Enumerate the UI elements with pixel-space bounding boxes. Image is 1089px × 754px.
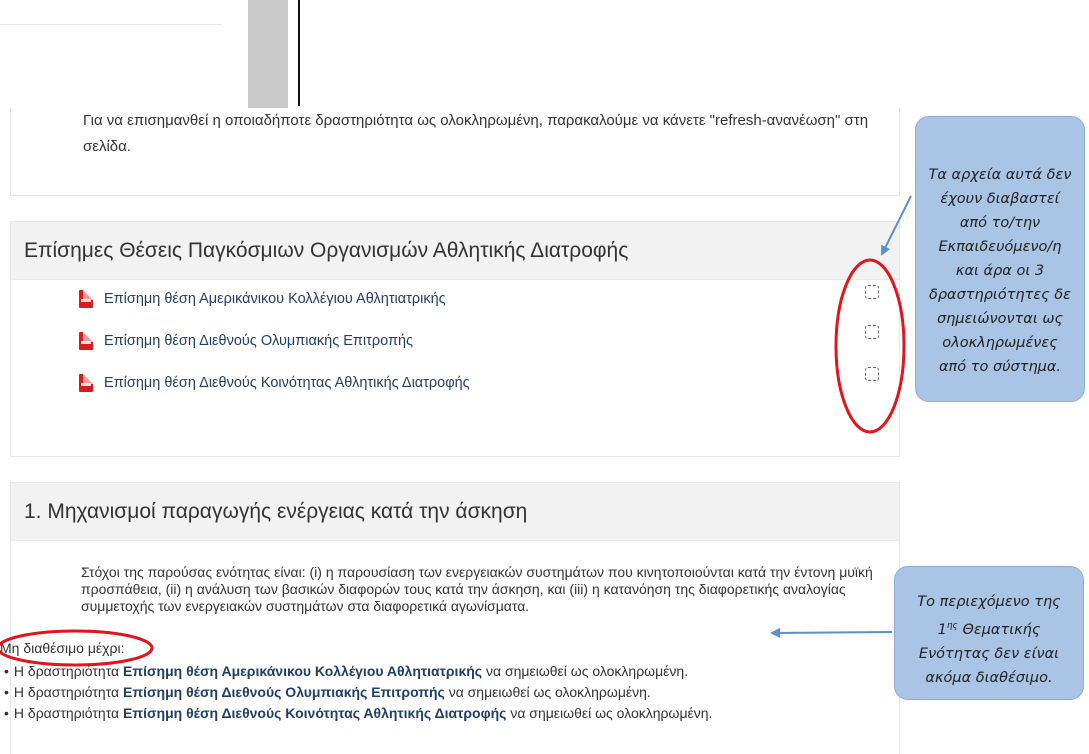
required-activity: Επίσημη θέση Διεθνούς Κοινότητας Αθλητικ… <box>123 705 507 721</box>
required-activity: Επίσημη θέση Αμερικάνικου Κολλέγιου Αθλη… <box>123 663 483 679</box>
notice-box: Για να επισημανθεί η οποιαδήποτε δραστηρ… <box>10 108 900 196</box>
section-header: Επίσημες Θέσεις Παγκόσμιων Οργανισμών Αθ… <box>11 222 899 280</box>
restriction-item: • Η δραστηριότητα Επίσημη θέση Διεθνούς Κ… <box>4 705 713 721</box>
activity-item[interactable]: Επίσημη θέση Διεθνούς Κοινότητας Αθλητικ… <box>79 372 470 394</box>
activity-link[interactable]: Επίσημη θέση Διεθνούς Κοινότητας Αθλητικ… <box>104 375 470 391</box>
activity-link[interactable]: Επίσημη θέση Διεθνούς Ολυμπιακής Επιτροπ… <box>104 333 413 349</box>
completion-checkbox[interactable] <box>865 325 879 339</box>
top-divider <box>0 24 222 25</box>
section-title: Επίσημες Θέσεις Παγκόσμιων Οργανισμών Αθ… <box>24 239 629 262</box>
unit-description: Στόχοι της παρούσας ενότητας είναι: (i) … <box>81 564 873 614</box>
completion-checkbox[interactable] <box>865 285 879 299</box>
section-official-positions: Επίσημες Θέσεις Παγκόσμιων Οργανισμών Αθ… <box>10 221 900 457</box>
activity-link[interactable]: Επίσημη θέση Αμερικάνικου Κολλέγιου Αθλη… <box>104 291 446 307</box>
unit-title: 1. Μηχανισμοί παραγωγής ενέργειας κατά τ… <box>24 500 528 523</box>
annotation-callout-unavailable: Το περιεχόμενο της 1ης Θεματικής Ενότητα… <box>894 566 1084 700</box>
restriction-list: • Η δραστηριότητα Επίσημη θέση Αμερικάνικ… <box>0 661 712 724</box>
annotation-callout-unread: Τα αρχεία αυτά δεν έχουν διαβαστεί από τ… <box>915 116 1085 402</box>
pdf-icon <box>79 290 93 308</box>
scroll-bar-fragment <box>248 0 288 110</box>
pdf-icon <box>79 332 93 350</box>
activity-item[interactable]: Επίσημη θέση Αμερικάνικου Κολλέγιου Αθλη… <box>79 288 446 310</box>
activity-item[interactable]: Επίσημη θέση Διεθνούς Ολυμπιακής Επιτροπ… <box>79 330 413 352</box>
availability-label: Μη διαθέσιμο μέχρι: <box>0 640 125 656</box>
unit-header: 1. Μηχανισμοί παραγωγής ενέργειας κατά τ… <box>11 483 899 541</box>
pdf-icon <box>79 374 93 392</box>
window-edge-line <box>298 0 300 106</box>
restriction-item: • Η δραστηριότητα Επίσημη θέση Αμερικάνικ… <box>4 663 689 679</box>
restriction-item: • Η δραστηριότητα Επίσημη θέση Διεθνούς Ο… <box>4 684 651 700</box>
completion-checkbox[interactable] <box>865 367 879 381</box>
refresh-notice: Για να επισημανθεί η οποιαδήποτε δραστηρ… <box>83 112 869 155</box>
required-activity: Επίσημη θέση Διεθνούς Ολυμπιακής Επιτροπ… <box>123 684 445 700</box>
